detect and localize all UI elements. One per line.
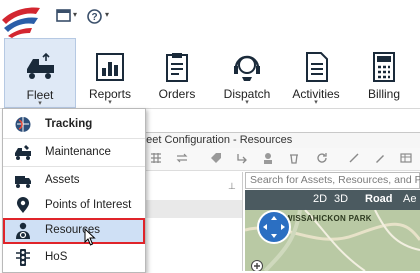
activities-dropdown-caret-icon: ▾ [314,99,318,106]
map-mode-bar: 2D 3D Road Ae [245,190,420,210]
main-ribbon: Fleet ▾ Reports ▾ Orders Dispatch ▾ Acti… [0,38,420,109]
reports-ribbon-button[interactable]: Reports ▾ [78,38,142,108]
billing-ribbon-label: Billing [367,87,400,101]
orders-clipboard-icon [166,53,188,82]
tag-icon[interactable] [210,152,222,164]
map-pan-control-icon[interactable] [257,210,291,244]
fleet-dropdown-caret-icon: ▾ [38,100,42,107]
delete-icon[interactable] [288,152,300,164]
menu-item-label: Assets [45,174,80,186]
resources-toolbar [130,148,420,171]
quick-access-bar: ▾ ? ▾ [0,0,420,38]
menu-item-assets[interactable]: Assets [3,168,145,193]
menu-item-resources[interactable]: Resources [3,218,145,244]
help-menu-caret-icon[interactable]: ▾ [105,10,109,19]
map-pin-icon [17,197,29,213]
route-icon[interactable] [236,152,248,164]
menu-item-maintenance[interactable]: Maintenance [3,140,145,165]
search-input[interactable]: Search for Assets, Resources, and POIs [245,172,420,189]
dispatch-ribbon-button[interactable]: Dispatch ▾ [212,38,282,108]
reports-chart-icon [96,53,124,81]
refresh-icon[interactable] [316,152,328,164]
truck-icon [15,176,31,188]
menu-item-tracking[interactable]: Tracking [3,112,145,137]
map-place-label: WISSAHICKON PARK [285,214,372,223]
help-icon[interactable]: ? [87,9,102,24]
window-menu-caret-icon[interactable]: ▾ [73,10,77,19]
search-placeholder: Search for Assets, Resources, and POIs [250,174,420,186]
mouse-pointer-icon [84,228,96,246]
pencil-icon[interactable] [374,152,386,164]
menu-item-label: HoS [45,251,68,263]
fleet-ribbon-button[interactable]: Fleet ▾ [4,38,76,108]
user-icon[interactable] [262,152,274,164]
map-3d-tab[interactable]: 3D [334,193,348,205]
menu-item-hos[interactable]: HoS [3,245,145,270]
map-road-tab[interactable]: Road [365,193,393,205]
dispatch-headset-icon [234,55,260,81]
billing-calculator-icon [373,52,395,82]
activities-document-icon [306,52,328,82]
activities-ribbon-button[interactable]: Activities ▾ [284,38,348,108]
menu-item-label: Points of Interest [45,199,132,211]
globe-icon [15,117,31,132]
driver-icon [16,222,30,239]
traffic-light-icon [16,249,30,266]
svg-text:?: ? [91,12,97,23]
map-aerial-tab[interactable]: Ae [403,193,416,205]
map-zoom-in-icon[interactable] [251,260,263,271]
menu-divider [3,166,145,167]
menu-item-label: Maintenance [45,146,111,158]
billing-ribbon-button[interactable]: Billing [352,38,416,108]
maintenance-truck-icon [15,145,31,160]
orders-ribbon-label: Orders [158,87,196,101]
pin-pane-icon[interactable]: ⊥ [228,181,236,192]
menu-item-points-of-interest[interactable]: Points of Interest [3,193,145,218]
swap-icon[interactable] [176,152,188,164]
document-tab-title: Fleet Configuration - Resources [137,134,293,146]
list-header-band [130,200,242,218]
app-logo-icon[interactable] [0,0,44,38]
fleet-dropdown-menu: Tracking Maintenance Assets Points of In… [2,108,146,273]
menu-divider [3,138,145,139]
grid-icon[interactable] [150,152,162,164]
map-2d-tab[interactable]: 2D [313,193,327,205]
line-icon[interactable] [348,152,360,164]
window-icon[interactable] [56,9,72,23]
orders-ribbon-button[interactable]: Orders [146,38,208,108]
fleet-truck-icon [27,52,54,79]
table-icon[interactable] [400,152,412,164]
reports-dropdown-caret-icon: ▾ [108,99,112,106]
dispatch-dropdown-caret-icon: ▾ [245,99,249,106]
resources-list-pane [130,172,243,271]
menu-item-label: Tracking [45,118,93,130]
